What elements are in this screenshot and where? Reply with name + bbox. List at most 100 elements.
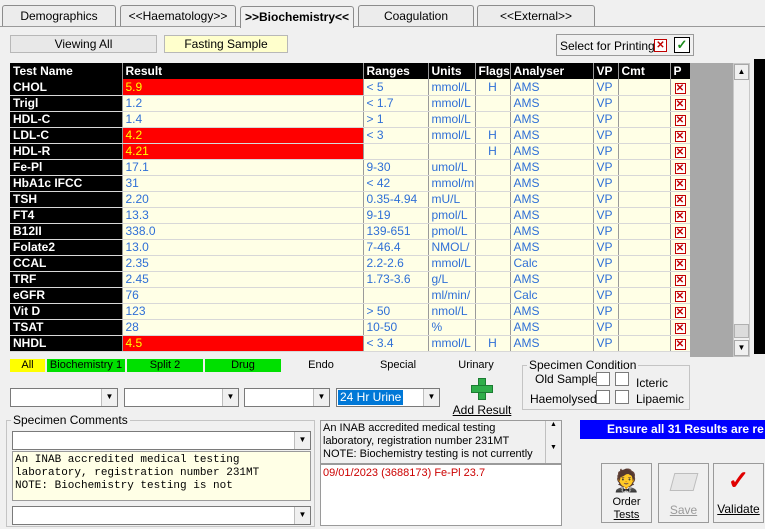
result-cell[interactable]: 338.0 bbox=[122, 223, 364, 240]
comment-select-2[interactable]: ▼ bbox=[12, 506, 311, 525]
print-toggle-icon[interactable]: ✕ bbox=[674, 259, 686, 270]
filter-special[interactable]: Special bbox=[360, 359, 436, 372]
print-cell[interactable]: ✕ bbox=[670, 303, 691, 320]
print-cell[interactable]: ✕ bbox=[670, 335, 691, 352]
comment-cell[interactable] bbox=[618, 255, 671, 272]
filter-urinary[interactable]: Urinary bbox=[438, 359, 514, 372]
chevron-down-icon[interactable]: ▼ bbox=[423, 389, 439, 406]
print-cell[interactable]: ✕ bbox=[670, 239, 691, 256]
result-row[interactable]: B12II 338.0 139-651 pmol/L AMS VP ✕ bbox=[10, 223, 691, 240]
chevron-down-icon[interactable]: ▼ bbox=[222, 389, 238, 406]
print-cell[interactable]: ✕ bbox=[670, 255, 691, 272]
result-cell[interactable]: 13.0 bbox=[122, 239, 364, 256]
add-result-button[interactable]: Add Result bbox=[452, 378, 512, 418]
order-tests-button[interactable]: 🤵 Order Tests bbox=[601, 463, 652, 523]
urine-type-combo[interactable]: 24 Hr Urine ▼ bbox=[336, 388, 440, 407]
print-toggle-icon[interactable]: ✕ bbox=[674, 147, 686, 158]
save-button[interactable]: Save bbox=[658, 463, 709, 523]
comment-cell[interactable] bbox=[618, 223, 671, 240]
print-cell[interactable]: ✕ bbox=[670, 223, 691, 240]
result-cell[interactable]: 5.9 bbox=[122, 79, 364, 96]
result-row[interactable]: HDL-R 4.21 H AMS VP ✕ bbox=[10, 143, 691, 160]
result-row[interactable]: Fe-Pl 17.1 9-30 umol/L AMS VP ✕ bbox=[10, 159, 691, 176]
scroll-thumb[interactable] bbox=[734, 324, 749, 338]
result-row[interactable]: Trigl 1.2 < 1.7 mmol/L AMS VP ✕ bbox=[10, 95, 691, 112]
result-cell[interactable]: 2.20 bbox=[122, 191, 364, 208]
print-cell[interactable]: ✕ bbox=[670, 207, 691, 224]
result-row[interactable]: CHOL 5.9 < 5 mmol/L H AMS VP ✕ bbox=[10, 79, 691, 96]
comment-cell[interactable] bbox=[618, 111, 671, 128]
chevron-down-icon[interactable]: ▼ bbox=[313, 389, 329, 406]
result-row[interactable]: Vit D 123 > 50 nmol/L AMS VP ✕ bbox=[10, 303, 691, 320]
combo-2[interactable]: ▼ bbox=[124, 388, 239, 407]
tab-demographics[interactable]: Demographics bbox=[2, 5, 116, 26]
chevron-down-icon[interactable]: ▼ bbox=[294, 432, 310, 449]
comment-cell[interactable] bbox=[618, 127, 671, 144]
comment-cell[interactable] bbox=[618, 319, 671, 336]
result-cell[interactable]: 31 bbox=[122, 175, 364, 192]
scroll-down-icon[interactable]: ▼ bbox=[546, 444, 561, 451]
print-toggle-icon[interactable]: ✕ bbox=[674, 115, 686, 126]
comment-cell[interactable] bbox=[618, 143, 671, 160]
print-toggle-icon[interactable]: ✕ bbox=[674, 243, 686, 254]
comment-cell[interactable] bbox=[618, 239, 671, 256]
comment-cell[interactable] bbox=[618, 287, 671, 304]
print-cell[interactable]: ✕ bbox=[670, 111, 691, 128]
icteric-checkbox[interactable] bbox=[615, 372, 629, 386]
tab-biochemistry[interactable]: >>Biochemistry<< bbox=[240, 6, 354, 28]
print-cell[interactable]: ✕ bbox=[670, 175, 691, 192]
print-cell[interactable]: ✕ bbox=[670, 191, 691, 208]
result-cell[interactable]: 4.2 bbox=[122, 127, 364, 144]
print-toggle-icon[interactable]: ✕ bbox=[674, 195, 686, 206]
print-toggle-icon[interactable]: ✕ bbox=[674, 211, 686, 222]
filter-drug[interactable]: Drug bbox=[205, 359, 281, 372]
comment-cell[interactable] bbox=[618, 207, 671, 224]
result-cell[interactable]: 123 bbox=[122, 303, 364, 320]
tab-external[interactable]: <<External>> bbox=[477, 5, 595, 26]
print-toggle-icon[interactable]: ✕ bbox=[674, 179, 686, 190]
info-scrollbar[interactable]: ▲ ▼ bbox=[545, 421, 561, 463]
print-toggle-icon[interactable]: ✕ bbox=[674, 275, 686, 286]
filter-endo[interactable]: Endo bbox=[283, 359, 359, 372]
result-cell[interactable]: 2.45 bbox=[122, 271, 364, 288]
result-row[interactable]: TSH 2.20 0.35-4.94 mU/L AMS VP ✕ bbox=[10, 191, 691, 208]
print-toggle-icon[interactable]: ✕ bbox=[674, 131, 686, 142]
deselect-all-print-icon[interactable]: ✕ bbox=[654, 39, 667, 52]
comment-cell[interactable] bbox=[618, 175, 671, 192]
comment-cell[interactable] bbox=[618, 303, 671, 320]
filter-all[interactable]: All bbox=[10, 359, 45, 372]
lipaemic-checkbox[interactable] bbox=[615, 390, 629, 404]
print-toggle-icon[interactable]: ✕ bbox=[674, 82, 686, 94]
result-row[interactable]: TRF 2.45 1.73-3.6 g/L AMS VP ✕ bbox=[10, 271, 691, 288]
validate-button[interactable]: ✓ Validate bbox=[713, 463, 764, 523]
result-row[interactable]: FT4 13.3 9-19 pmol/L AMS VP ✕ bbox=[10, 207, 691, 224]
result-cell[interactable]: 76 bbox=[122, 287, 364, 304]
print-toggle-icon[interactable]: ✕ bbox=[674, 307, 686, 318]
result-cell[interactable]: 1.4 bbox=[122, 111, 364, 128]
select-all-print-icon[interactable]: ✓ bbox=[674, 37, 690, 53]
filter-split-2[interactable]: Split 2 bbox=[127, 359, 203, 372]
scroll-down-icon[interactable]: ▼ bbox=[734, 340, 749, 356]
result-cell[interactable]: 28 bbox=[122, 319, 364, 336]
comment-cell[interactable] bbox=[618, 79, 671, 96]
print-cell[interactable]: ✕ bbox=[670, 95, 691, 112]
result-row[interactable]: HbA1c IFCC 31 < 42 mmol/m AMS VP ✕ bbox=[10, 175, 691, 192]
result-row[interactable]: HDL-C 1.4 > 1 mmol/L AMS VP ✕ bbox=[10, 111, 691, 128]
print-toggle-icon[interactable]: ✕ bbox=[674, 99, 686, 110]
tab-haematology[interactable]: <<Haematology>> bbox=[120, 5, 236, 26]
haemolysed-checkbox[interactable] bbox=[596, 390, 610, 404]
specimen-comments-text[interactable]: An INAB accredited medical testing labor… bbox=[12, 451, 311, 501]
results-scrollbar[interactable]: ▲ ▼ bbox=[733, 63, 750, 357]
print-cell[interactable]: ✕ bbox=[670, 287, 691, 304]
print-cell[interactable]: ✕ bbox=[670, 143, 691, 160]
print-toggle-icon[interactable]: ✕ bbox=[674, 291, 686, 302]
result-cell[interactable]: 4.21 bbox=[122, 143, 364, 160]
print-toggle-icon[interactable]: ✕ bbox=[674, 339, 686, 350]
print-toggle-icon[interactable]: ✕ bbox=[674, 323, 686, 334]
chevron-down-icon[interactable]: ▼ bbox=[101, 389, 117, 406]
result-row[interactable]: eGFR 76 ml/min/Calc VP ✕ bbox=[10, 287, 691, 304]
comment-cell[interactable] bbox=[618, 191, 671, 208]
result-cell[interactable]: 17.1 bbox=[122, 159, 364, 176]
result-row[interactable]: CCAL 2.35 2.2-2.6 mmol/L Calc VP ✕ bbox=[10, 255, 691, 272]
result-cell[interactable]: 1.2 bbox=[122, 95, 364, 112]
